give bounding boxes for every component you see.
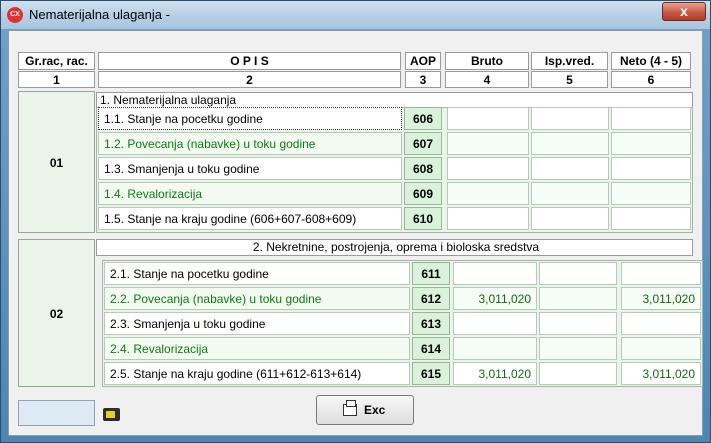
group-01: 01 <box>18 91 95 233</box>
section-title-02: 2. Nekretnine, postrojenja, oprema i bio… <box>96 239 693 256</box>
exc-button-label: Exc <box>364 403 386 417</box>
neto-610[interactable] <box>611 207 691 230</box>
bruto-614[interactable] <box>453 337 537 360</box>
aop-608: 608 <box>404 157 442 180</box>
group-02: 02 <box>18 239 95 387</box>
row-label-608[interactable]: 1.3. Smanjenja u toku godine <box>98 157 402 180</box>
row-label-606[interactable]: 1.1. Stanje na pocetku godine <box>98 107 402 130</box>
neto-612[interactable]: 3,011,020 <box>621 287 701 310</box>
row-label-611[interactable]: 2.1. Stanje na pocetku godine <box>104 262 410 285</box>
ispvred-614[interactable] <box>539 337 617 360</box>
aop-614: 614 <box>412 337 450 360</box>
row-label-609[interactable]: 1.4. Revalorizacija <box>98 182 402 205</box>
ispvred-613[interactable] <box>539 312 617 335</box>
bruto-611[interactable] <box>453 262 537 285</box>
row-label-612[interactable]: 2.2. Povecanja (nabavke) u toku godine <box>104 287 410 310</box>
row-label-615[interactable]: 2.5. Stanje na kraju godine (611+612-613… <box>104 362 410 385</box>
bruto-609[interactable] <box>447 182 529 205</box>
ispvred-609[interactable] <box>531 182 609 205</box>
bruto-615[interactable]: 3,011,020 <box>453 362 537 385</box>
header-number: 4 <box>445 71 529 88</box>
neto-608[interactable] <box>611 157 691 180</box>
window-title: Nematerijalna ulaganja - <box>29 7 170 22</box>
aop-613: 613 <box>412 312 450 335</box>
header-bruto: Bruto <box>445 52 529 70</box>
title-bar: CX Nematerijalna ulaganja - x <box>1 1 710 29</box>
ispvred-615[interactable] <box>539 362 617 385</box>
row-label-613[interactable]: 2.3. Smanjenja u toku godine <box>104 312 410 335</box>
close-button[interactable]: x <box>662 2 706 21</box>
ispvred-610[interactable] <box>531 207 609 230</box>
header-aop: AOP <box>405 52 441 70</box>
bruto-612[interactable]: 3,011,020 <box>453 287 537 310</box>
header-number: 3 <box>405 71 441 88</box>
row-label-607[interactable]: 1.2. Povecanja (nabavke) u toku godine <box>98 132 402 155</box>
aop-612: 612 <box>412 287 450 310</box>
header-opis: O P I S <box>98 52 401 70</box>
header-neto: Neto (4 - 5) <box>611 52 691 70</box>
plug-icon[interactable] <box>103 408 120 421</box>
header-number: 1 <box>18 71 95 88</box>
neto-614[interactable] <box>621 337 701 360</box>
aop-610: 610 <box>404 207 442 230</box>
header-number: 6 <box>611 71 691 88</box>
ispvred-606[interactable] <box>531 107 609 130</box>
printer-icon <box>343 400 357 416</box>
neto-606[interactable] <box>611 107 691 130</box>
aop-607: 607 <box>404 132 442 155</box>
neto-611[interactable] <box>621 262 701 285</box>
window: CX Nematerijalna ulaganja - x Gr.rac, ra… <box>0 0 711 443</box>
aop-609: 609 <box>404 182 442 205</box>
form-area: Gr.rac, rac. O P I S AOP Bruto Isp.vred.… <box>8 30 703 436</box>
bruto-606[interactable] <box>447 107 529 130</box>
ispvred-607[interactable] <box>531 132 609 155</box>
app-icon: CX <box>7 7 23 23</box>
header-number: 2 <box>98 71 401 88</box>
ispvred-612[interactable] <box>539 287 617 310</box>
row-label-614[interactable]: 2.4. Revalorizacija <box>104 337 410 360</box>
aop-606: 606 <box>404 107 442 130</box>
neto-609[interactable] <box>611 182 691 205</box>
status-field[interactable] <box>18 400 95 426</box>
bruto-610[interactable] <box>447 207 529 230</box>
header-number: 5 <box>531 71 608 88</box>
bruto-607[interactable] <box>447 132 529 155</box>
row-label-610[interactable]: 1.5. Stanje na kraju godine (606+607-608… <box>98 207 402 230</box>
neto-613[interactable] <box>621 312 701 335</box>
ispvred-611[interactable] <box>539 262 617 285</box>
section-title-01: 1. Nematerijalna ulaganja <box>96 92 693 108</box>
bruto-613[interactable] <box>453 312 537 335</box>
header-ispvred: Isp.vred. <box>531 52 608 70</box>
ispvred-608[interactable] <box>531 157 609 180</box>
neto-615[interactable]: 3,011,020 <box>621 362 701 385</box>
aop-611: 611 <box>412 262 450 285</box>
neto-607[interactable] <box>611 132 691 155</box>
header-grrac: Gr.rac, rac. <box>18 52 95 70</box>
aop-615: 615 <box>412 362 450 385</box>
bruto-608[interactable] <box>447 157 529 180</box>
exc-button[interactable]: Exc <box>316 395 414 425</box>
